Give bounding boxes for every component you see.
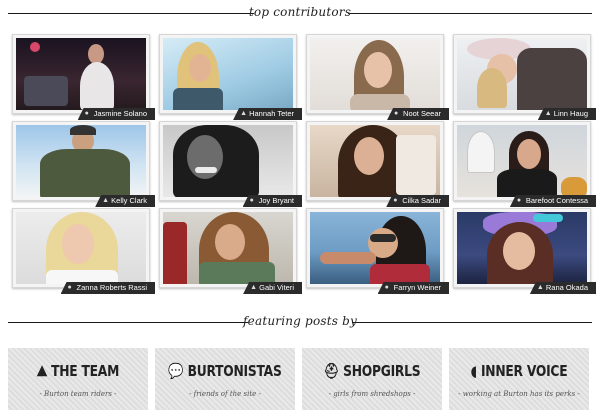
mountain-icon: ▲ xyxy=(544,110,552,117)
section-title: featuring posts by xyxy=(243,314,357,328)
feature-title: ⛰ THE TEAM xyxy=(36,362,120,380)
feature-subtitle: - friends of the site - xyxy=(189,390,261,398)
contributor-photo xyxy=(310,125,440,197)
featuring-posts-header: featuring posts by xyxy=(8,314,592,330)
speech-bubble-icon: ● xyxy=(394,110,399,117)
contributor-photo xyxy=(16,212,146,284)
top-contributors-header: top contributors xyxy=(8,5,592,21)
contributor-photo xyxy=(457,212,587,284)
name-tag[interactable]: ▲ Linn Haug xyxy=(537,108,596,120)
name-tag[interactable]: ● Zanna Roberts Rassi xyxy=(60,282,155,294)
feature-shopgirls[interactable]: ⛑ SHOPGIRLS - girls from shredshops - xyxy=(302,348,442,410)
contributor-name: Linn Haug xyxy=(553,109,588,118)
contributors-grid: ● Jasmine Solano ▲ Hannah Teter ● Noot Seea… xyxy=(12,34,596,294)
name-tag[interactable]: ▲ Gabi Viteri xyxy=(243,282,302,294)
contributor-card[interactable]: ● Jasmine Solano xyxy=(12,34,155,120)
feature-subtitle: - working at Burton has its perks - xyxy=(458,390,580,398)
contributor-card[interactable]: ▲ Hannah Teter xyxy=(159,34,302,120)
name-tag[interactable]: ● Farryn Weiner xyxy=(377,282,449,294)
mountain-icon: ▲ xyxy=(240,110,248,117)
contributor-photo xyxy=(457,125,587,197)
mountain-icon: ▲ xyxy=(102,197,110,204)
mountain-icon: ▲ xyxy=(536,284,544,291)
name-tag[interactable]: ● Noot Seear xyxy=(387,108,449,120)
contributor-photo xyxy=(310,38,440,110)
featured-groups: ⛰ THE TEAM - Burton team riders - 💬 BURTON… xyxy=(8,348,596,410)
contributor-card[interactable]: ● Barefoot Contessa xyxy=(453,121,596,207)
contributor-name: Kelly Clark xyxy=(111,196,147,205)
name-tag[interactable]: ● Jasmine Solano xyxy=(77,108,155,120)
name-tag[interactable]: ▲ Kelly Clark xyxy=(95,195,155,207)
contributor-name: Rana Okada xyxy=(545,283,588,292)
feature-title: ⛑ SHOPGIRLS xyxy=(323,362,421,380)
feature-the-team[interactable]: ⛰ THE TEAM - Burton team riders - xyxy=(8,348,148,410)
feature-inner-voice[interactable]: ◖ INNER VOICE - working at Burton has its… xyxy=(449,348,589,410)
contributor-photo xyxy=(310,212,440,284)
contributor-name: Noot Seear xyxy=(403,109,441,118)
contributor-name: Joy Bryant xyxy=(258,196,294,205)
contributor-name: Barefoot Contessa xyxy=(525,196,588,205)
contributor-card[interactable]: ● Zanna Roberts Rassi xyxy=(12,208,155,294)
speech-bubble-icon: ● xyxy=(67,284,72,291)
name-tag[interactable]: ▲ Hannah Teter xyxy=(233,108,302,120)
name-tag[interactable]: ● Joy Bryant xyxy=(242,195,302,207)
contributor-name: Farryn Weiner xyxy=(393,283,441,292)
speech-bubble-icon: ● xyxy=(249,197,254,204)
feature-title: ◖ INNER VOICE xyxy=(470,362,568,380)
contributor-card[interactable]: ▲ Linn Haug xyxy=(453,34,596,120)
feature-subtitle: - Burton team riders - xyxy=(39,390,117,398)
mountain-icon: ⛰ xyxy=(36,362,48,380)
speech-bubble-icon: 💬 xyxy=(168,362,184,380)
contributor-name: Zanna Roberts Rassi xyxy=(76,283,147,292)
contributor-card[interactable]: ▲ Gabi Viteri xyxy=(159,208,302,294)
name-tag[interactable]: ● Cilka Sadar xyxy=(386,195,449,207)
speech-bubble-icon: ● xyxy=(384,284,389,291)
contributor-photo xyxy=(457,38,587,110)
contributor-name: Hannah Teter xyxy=(249,109,294,118)
person-icon: ● xyxy=(84,110,89,117)
contributor-photo xyxy=(163,38,293,110)
contributor-card[interactable]: ▲ Kelly Clark xyxy=(12,121,155,207)
name-tag[interactable]: ● Barefoot Contessa xyxy=(509,195,596,207)
contributor-card[interactable]: ● Cilka Sadar xyxy=(306,121,449,207)
contributor-photo xyxy=(16,125,146,197)
feature-burtonistas[interactable]: 💬 BURTONISTAS - friends of the site - xyxy=(155,348,295,410)
contributor-photo xyxy=(163,125,293,197)
feature-title: 💬 BURTONISTAS xyxy=(168,362,282,380)
contributor-name: Jasmine Solano xyxy=(93,109,147,118)
contributor-card[interactable]: ● Farryn Weiner xyxy=(306,208,449,294)
contributor-card[interactable]: ● Joy Bryant xyxy=(159,121,302,207)
person-icon: ● xyxy=(393,197,398,204)
contributor-name: Cilka Sadar xyxy=(402,196,441,205)
contributor-card[interactable]: ▲ Rana Okada xyxy=(453,208,596,294)
mountain-icon: ▲ xyxy=(250,284,258,291)
name-tag[interactable]: ▲ Rana Okada xyxy=(529,282,596,294)
contributor-photo xyxy=(163,212,293,284)
burton-logo-icon: ◖ xyxy=(470,362,477,380)
helmet-icon: ⛑ xyxy=(323,362,340,380)
contributor-photo xyxy=(16,38,146,110)
contributor-card[interactable]: ● Noot Seear xyxy=(306,34,449,120)
section-title: top contributors xyxy=(248,5,352,19)
feature-subtitle: - girls from shredshops - xyxy=(328,390,416,398)
contributor-name: Gabi Viteri xyxy=(259,283,294,292)
speech-bubble-icon: ● xyxy=(516,197,522,204)
